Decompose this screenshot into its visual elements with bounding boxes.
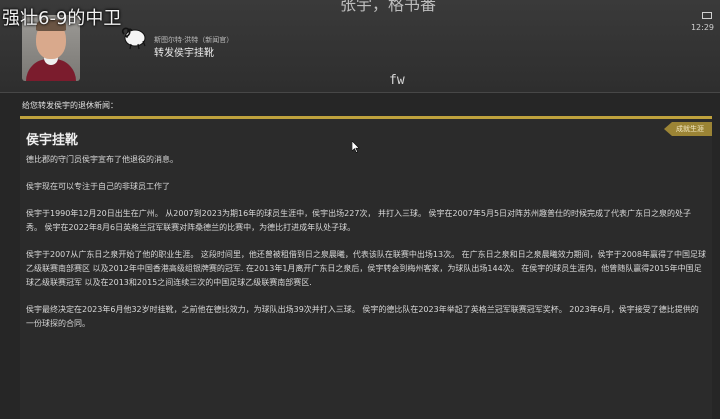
derby-ram-crest-icon[interactable] bbox=[118, 24, 150, 50]
battery-icon bbox=[702, 12, 712, 19]
window-title: 张宇，格书番 bbox=[340, 0, 437, 14]
news-paragraph[interactable]: 侯宇于2007从广东日之泉开始了他的职业生涯。 这段时间里，他还曾被租借到日之泉… bbox=[26, 248, 706, 290]
news-body: 德比郡的守门员侯宇宣布了他退役的消息。 侯宇现在可以专注于自己的非球员工作了 侯… bbox=[26, 153, 706, 344]
video-caption: 强壮6-9的中卫 bbox=[2, 8, 122, 29]
news-tag: 成就生涯 bbox=[664, 122, 712, 136]
news-paragraph: 德比郡的守门员侯宇宣布了他退役的消息。 bbox=[26, 155, 178, 164]
system-status: 12:29 bbox=[691, 10, 714, 34]
intro-line: 给您转发侯宇的退休新闻： bbox=[22, 101, 118, 110]
news-title: 侯宇挂靴 bbox=[26, 133, 79, 148]
clock: 12:29 bbox=[690, 23, 714, 32]
mouse-cursor-icon bbox=[352, 141, 360, 153]
news-paragraph[interactable]: 侯宇最终决定在2023年6月他32岁时挂靴，之前他在德比效力，为球队出场39次并… bbox=[26, 303, 706, 331]
header-divider bbox=[0, 92, 720, 93]
news-paragraph: 侯宇现在可以专注于自己的非球员工作了 bbox=[26, 182, 170, 191]
news-paragraph[interactable]: 侯宇于1990年12月20日出生在广州。 从2007到2023为期16年的球员生… bbox=[26, 207, 706, 235]
forwarded-label: fw bbox=[389, 73, 405, 88]
news-article: 成就生涯 侯宇挂靴 德比郡的守门员侯宇宣布了他退役的消息。 侯宇现在可以专注于自… bbox=[20, 116, 712, 419]
message-subject: 转发侯宇挂靴 bbox=[154, 48, 214, 59]
